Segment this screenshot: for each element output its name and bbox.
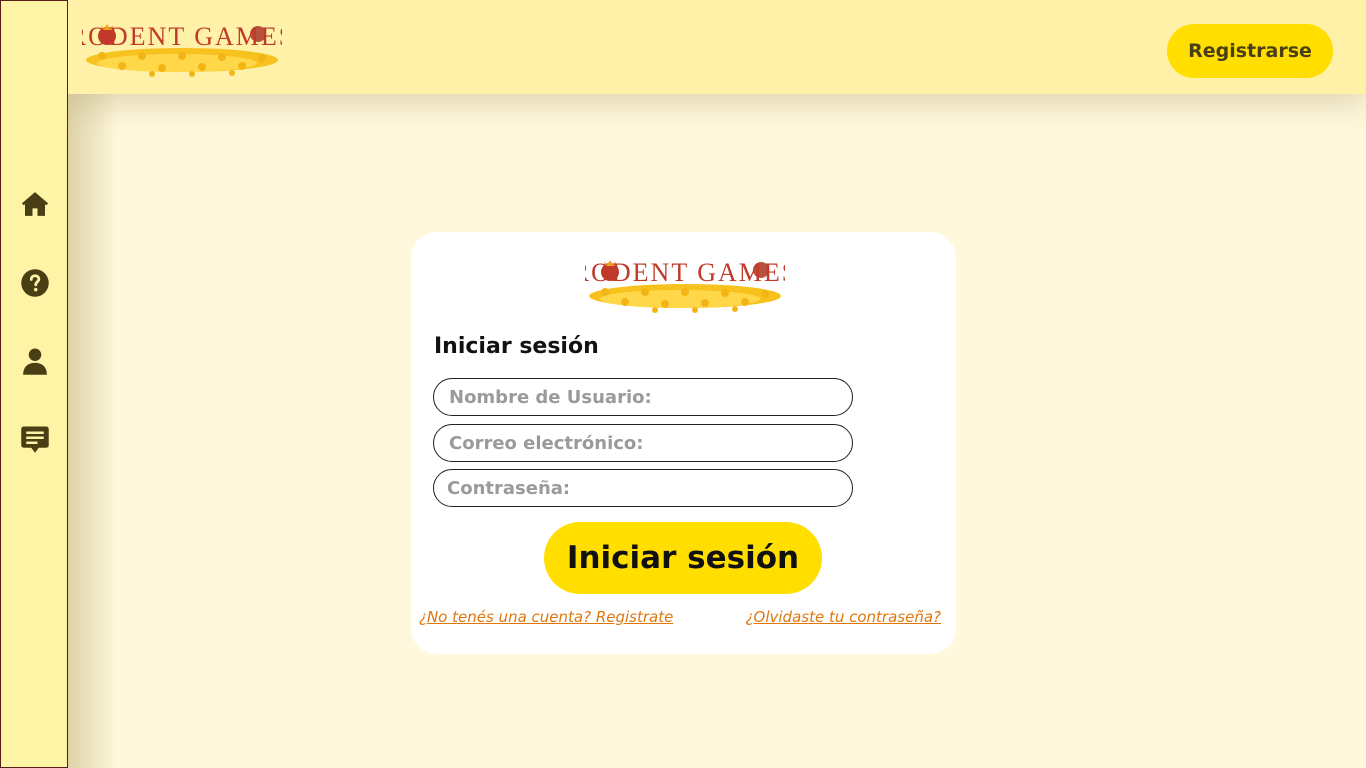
card-logo: RODENT GAMES [585, 258, 785, 313]
sidebar [0, 0, 68, 768]
forgot-password-link[interactable]: ¿Olvidaste tu contraseña? [746, 608, 941, 626]
header: RODENT GAMES Registrarse [68, 0, 1366, 94]
password-field[interactable]: Contraseña: [433, 469, 853, 507]
login-title: Iniciar sesión [434, 334, 599, 359]
register-link[interactable]: ¿No tenés una cuenta? Registrate [419, 608, 673, 626]
card-logo-text: RODENT GAMES [585, 258, 785, 287]
help-icon [21, 269, 49, 297]
login-submit-button[interactable]: Iniciar sesión [544, 522, 822, 594]
register-button[interactable]: Registrarse [1167, 24, 1333, 78]
login-card: RODENT GAMES Iniciar sesión Nombre de Us… [411, 232, 956, 654]
username-field[interactable]: Nombre de Usuario: [433, 378, 853, 416]
sidebar-item-help[interactable] [19, 267, 51, 299]
user-icon [23, 348, 47, 375]
home-icon [21, 192, 49, 216]
sidebar-item-chat[interactable] [19, 423, 51, 455]
sidebar-shadow [68, 0, 118, 768]
chat-icon [21, 426, 49, 453]
sidebar-item-profile[interactable] [19, 345, 51, 377]
sidebar-item-home[interactable] [19, 188, 51, 220]
logo-text: RODENT GAMES [82, 22, 282, 51]
logo[interactable]: RODENT GAMES [82, 16, 282, 80]
email-field[interactable]: Correo electrónico: [433, 424, 853, 462]
